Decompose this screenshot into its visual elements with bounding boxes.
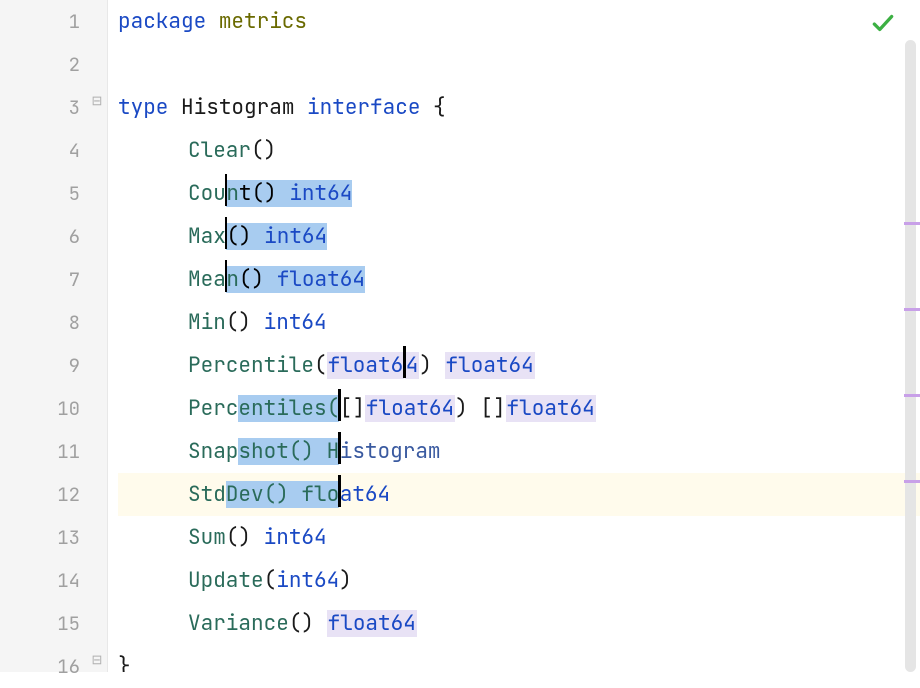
selection: () int64 bbox=[226, 223, 327, 250]
code-line[interactable] bbox=[118, 43, 920, 86]
line-number: 3 bbox=[0, 86, 80, 129]
gutter: 1 2 3 4 5 6 7 8 9 10 11 12 13 14 15 16 ⊟… bbox=[0, 0, 108, 672]
code-line[interactable]: type Histogram interface { bbox=[118, 86, 920, 129]
fold-minus-icon[interactable]: ⊟ bbox=[89, 651, 105, 668]
keyword: interface bbox=[307, 94, 420, 121]
type: float64 bbox=[445, 352, 535, 379]
line-number: 6 bbox=[0, 215, 80, 258]
method: Max bbox=[188, 223, 226, 250]
code-line[interactable]: package metrics bbox=[118, 0, 920, 43]
scrollbar[interactable] bbox=[905, 40, 916, 672]
line-number: 7 bbox=[0, 258, 80, 301]
code-line[interactable]: Count() int64 bbox=[118, 172, 920, 215]
line-number: 13 bbox=[0, 516, 80, 559]
method: Mea bbox=[188, 266, 226, 293]
keyword: package bbox=[118, 8, 206, 35]
code-line[interactable]: } bbox=[118, 645, 920, 672]
type-name: Histogram bbox=[181, 94, 294, 121]
marker-tick[interactable] bbox=[904, 308, 920, 311]
selection: shot() H bbox=[238, 438, 339, 465]
code-line-current[interactable]: StdDev() float64 bbox=[118, 473, 920, 516]
selection: n() float64 bbox=[226, 266, 365, 293]
selection: nt() int64 bbox=[226, 180, 352, 207]
type: istogram bbox=[340, 438, 441, 465]
caret-icon bbox=[225, 217, 228, 249]
caret-icon bbox=[338, 432, 341, 464]
code-line[interactable]: Sum() int64 bbox=[118, 516, 920, 559]
caret-icon bbox=[338, 475, 341, 507]
method: Update bbox=[188, 567, 264, 594]
type: int64 bbox=[264, 524, 327, 551]
line-number: 12 bbox=[0, 473, 80, 516]
method: Perc bbox=[188, 395, 238, 422]
method: Sum bbox=[188, 524, 226, 551]
type: float6 bbox=[327, 352, 405, 379]
type: int64 bbox=[276, 567, 339, 594]
code-line[interactable]: Max() int64 bbox=[118, 215, 920, 258]
pkg-name: metrics bbox=[219, 8, 307, 35]
marker-tick[interactable] bbox=[904, 394, 920, 397]
line-number: 10 bbox=[0, 387, 80, 430]
line-number: 9 bbox=[0, 344, 80, 387]
method: Clear bbox=[188, 137, 251, 164]
code-editor[interactable]: package metrics type Histogram interface… bbox=[108, 0, 920, 672]
marker-tick[interactable] bbox=[904, 222, 920, 225]
code-line[interactable]: Percentile(float64) float64 bbox=[118, 344, 920, 387]
code-line[interactable]: Update(int64) bbox=[118, 559, 920, 602]
selection: entiles( bbox=[238, 395, 339, 422]
type: at64 bbox=[340, 481, 390, 508]
type: float64 bbox=[506, 395, 596, 422]
check-icon[interactable] bbox=[870, 10, 896, 43]
type: float64 bbox=[365, 395, 455, 422]
method: Variance bbox=[188, 610, 289, 637]
fold-minus-icon[interactable]: ⊟ bbox=[89, 92, 105, 109]
code-line[interactable]: Min() int64 bbox=[118, 301, 920, 344]
line-number: 1 bbox=[0, 0, 80, 43]
line-number: 2 bbox=[0, 43, 80, 86]
caret-icon bbox=[403, 346, 406, 378]
line-number: 15 bbox=[0, 602, 80, 645]
caret-icon bbox=[338, 389, 341, 421]
line-number: 5 bbox=[0, 172, 80, 215]
method: Percentile bbox=[188, 352, 314, 379]
code-line[interactable]: Clear() bbox=[118, 129, 920, 172]
type: float64 bbox=[327, 610, 417, 637]
caret-icon bbox=[225, 260, 228, 292]
type: int64 bbox=[264, 309, 327, 336]
line-number: 8 bbox=[0, 301, 80, 344]
method: Snap bbox=[188, 438, 238, 465]
method: Min bbox=[188, 309, 226, 336]
marker-tick[interactable] bbox=[904, 480, 920, 483]
caret-icon bbox=[225, 174, 228, 206]
line-number: 4 bbox=[0, 129, 80, 172]
code-line[interactable]: Variance() float64 bbox=[118, 602, 920, 645]
method: Std bbox=[188, 481, 226, 508]
selection: Dev() flo bbox=[226, 481, 339, 508]
code-line[interactable]: Mean() float64 bbox=[118, 258, 920, 301]
code-line[interactable]: Percentiles([]float64) []float64 bbox=[118, 387, 920, 430]
line-number: 11 bbox=[0, 430, 80, 473]
method: Cou bbox=[188, 180, 226, 207]
keyword: type bbox=[118, 94, 168, 121]
line-number: 16 bbox=[0, 645, 80, 688]
code-line[interactable]: Snapshot() Histogram bbox=[118, 430, 920, 473]
line-number: 14 bbox=[0, 559, 80, 602]
